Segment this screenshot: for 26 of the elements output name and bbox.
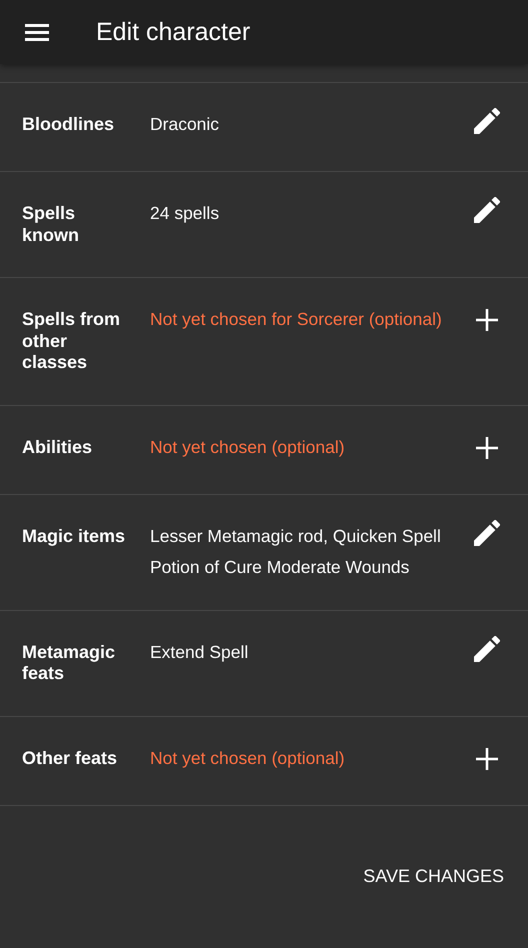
field-label: Spells known [22, 203, 80, 246]
plus-icon [476, 309, 498, 331]
field-value: Extend Spell [150, 642, 250, 663]
pencil-icon [474, 197, 500, 223]
field-label: Magic items [22, 526, 126, 548]
field-value: 24 spells [150, 203, 220, 224]
field-label: Other feats [22, 748, 118, 770]
field-label: Metamagic feats [22, 642, 116, 684]
pencil-icon [474, 108, 500, 134]
pencil-icon [474, 520, 500, 546]
field-label: Abilities [22, 436, 94, 458]
field-value: Not yet chosen (optional) [150, 748, 346, 769]
screen-title: Edit character [96, 18, 250, 46]
pencil-icon [474, 636, 500, 662]
field-label: Spells from other classes [22, 309, 122, 374]
field-value: Not yet chosen (optional) [150, 436, 346, 458]
save-button[interactable]: SAVE CHANGES [351, 856, 516, 898]
field-value: Potion of Cure Moderate Wounds [150, 557, 410, 578]
field-value: Draconic [150, 114, 220, 136]
plus-icon [476, 436, 498, 458]
field-label: Bloodlines [22, 114, 116, 136]
menu-button[interactable] [25, 22, 49, 42]
plus-icon [476, 748, 498, 770]
field-value: Lesser Metamagic rod, Quicken Spell [150, 526, 442, 547]
menu-icon [25, 22, 49, 42]
field-value: Not yet chosen for Sorcerer (optional) [150, 309, 443, 330]
